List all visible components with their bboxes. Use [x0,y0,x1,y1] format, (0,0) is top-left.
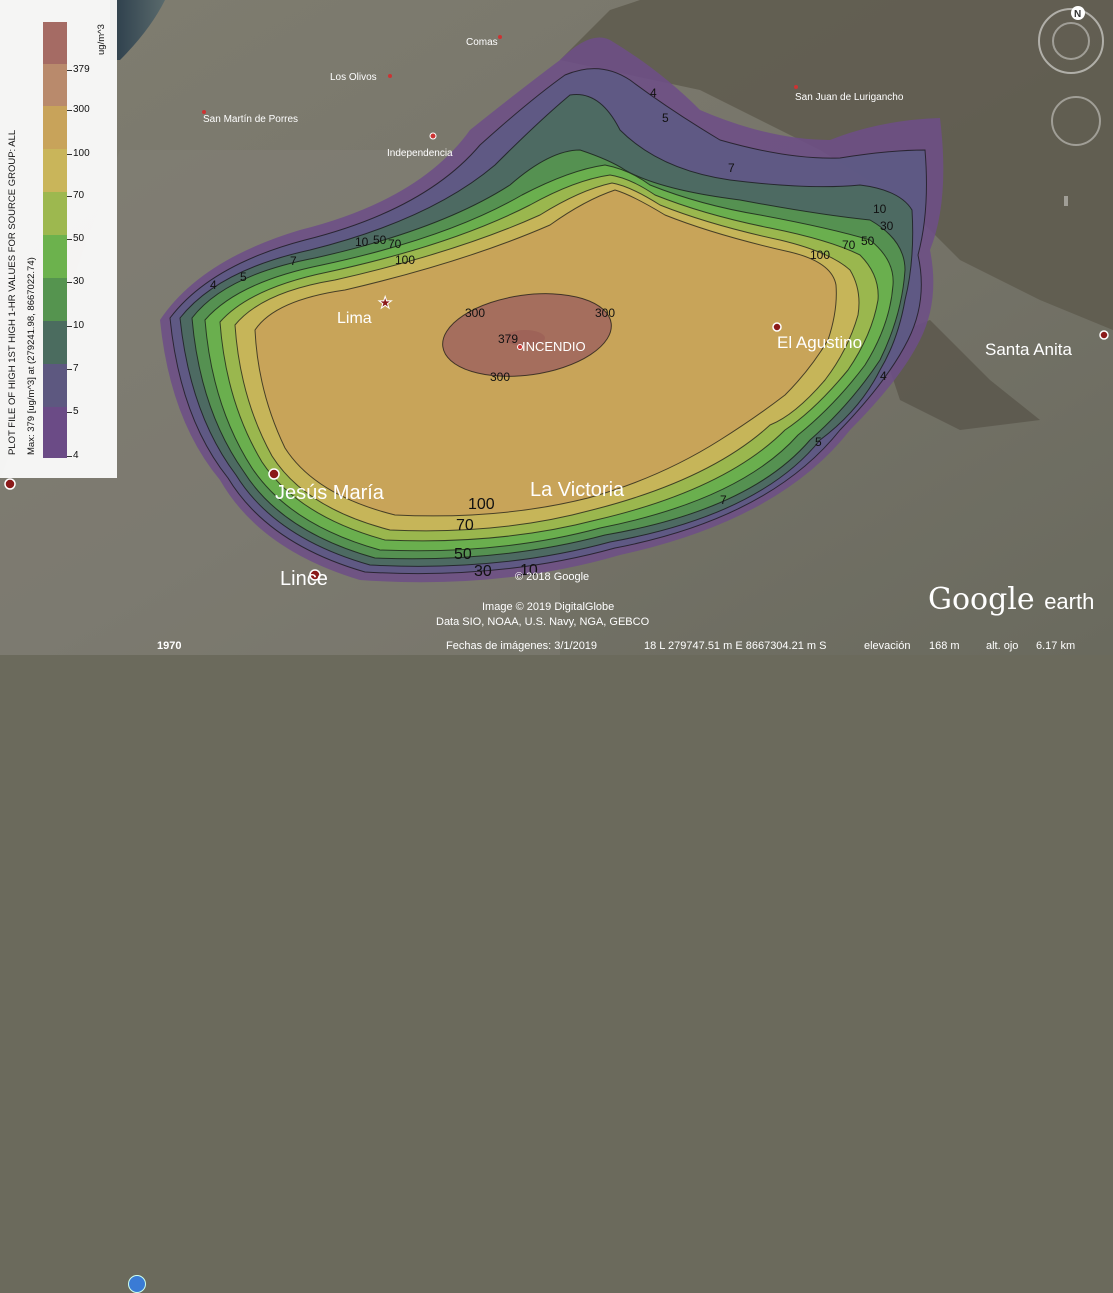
place-marker[interactable] [429,132,437,140]
credit-data-sources: Data SIO, NOAA, U.S. Navy, NGA, GEBCO [436,616,650,628]
legend-swatch [43,64,67,106]
contour-label-50: 50 [373,233,387,247]
eye-altitude-label: alt. ojo [986,640,1019,652]
contour-label-4: 4 [650,86,657,100]
legend-title: PLOT FILE OF HIGH 1ST HIGH 1-HR VALUES F… [7,129,18,455]
contour-label-300: 300 [490,370,510,384]
look-joystick[interactable] [1051,96,1101,146]
capital-star-icon[interactable]: ★ [378,293,393,313]
legend-units: ug/m^3 [96,24,107,55]
legend-tick-label: 70 [66,190,85,201]
compass-inner[interactable] [1052,22,1090,60]
contour-label-7: 7 [728,161,735,175]
status-bar: 1970 Fechas de imágenes: 3/1/2019 18 L 2… [0,637,1113,1293]
elevation-label: elevación [864,640,911,652]
contour-label-7: 7 [720,493,727,507]
credit-digitalglobe: Image © 2019 DigitalGlobe [482,601,615,613]
contour-label-30: 30 [474,563,492,580]
legend-tick-label: 7 [67,363,79,374]
legend-swatch [43,278,67,321]
place-marker[interactable] [4,478,16,490]
place-lima[interactable]: Lima [337,310,372,327]
place-jesus-maria[interactable]: Jesús María [275,482,385,504]
place-marker[interactable] [794,85,798,89]
legend-colorbar [43,22,67,458]
contour-label-5: 5 [240,270,247,284]
place-comas[interactable]: Comas [466,37,498,48]
legend-tick-label: 10 [66,320,85,331]
source-label-incendio[interactable]: INCENDIO [522,339,586,354]
legend-swatch [43,407,67,458]
compass-ring[interactable] [1038,8,1104,74]
contour-label-4: 4 [210,278,217,292]
legend-tick-label: 379 [67,64,90,75]
contour-label-379: 379 [498,332,518,346]
place-marker[interactable] [268,468,280,480]
contour-label-100: 100 [810,248,830,262]
legend-tick-label: 300 [67,104,90,115]
contour-label-5: 5 [815,435,822,449]
historical-imagery-clock-icon[interactable] [128,1275,146,1293]
place-san-juan-de-lurigancho[interactable]: San Juan de Lurigancho [795,92,904,103]
navigation-controls[interactable]: N [1036,6,1106,206]
contour-label-70: 70 [456,517,474,534]
legend-tick-label: 30 [66,276,85,287]
place-lince[interactable]: Lince [280,568,328,590]
credit-google-2018: © 2018 Google [515,571,590,583]
contour-label-100: 100 [395,253,415,267]
contour-label-30: 30 [880,219,894,233]
legend-swatch [43,22,67,64]
contour-label-70: 70 [842,238,856,252]
legend-swatch [43,192,67,235]
place-marker[interactable] [772,322,782,332]
legend-tick-label: 100 [67,148,90,159]
place-independencia[interactable]: Independencia [387,148,453,159]
contour-label-5: 5 [662,111,669,125]
contour-label-7: 7 [290,254,297,268]
contour-label-4: 4 [880,369,887,383]
legend-max-value: Max: 379 [ug/m^3] at (279241.98, 8667022… [26,257,37,455]
place-la-victoria[interactable]: La Victoria [530,479,625,501]
contour-label-10: 10 [355,235,369,249]
contour-label-10: 10 [873,202,887,216]
contour-label-50: 50 [861,234,875,248]
legend-tick-label: 5 [67,406,79,417]
zoom-slider[interactable] [1064,196,1068,206]
imagery-date: Fechas de imágenes: 3/1/2019 [446,640,598,652]
legend-swatch [43,364,67,407]
legend-tick-label: 50 [66,233,85,244]
legend-panel: 379 300 100 70 50 30 10 7 5 4 ug/m^3 PLOT FILE OF… [0,0,117,478]
contour-label-50: 50 [454,546,472,563]
map-view[interactable]: 300 300 300 379 100 100 100 70 70 70 50 … [0,0,1113,655]
legend-swatch [43,235,67,278]
google-earth-logo: Google earth [928,582,1094,617]
legend-swatch [43,149,67,192]
elevation-value: 168 m [929,640,960,652]
place-el-agustino[interactable]: El Agustino [777,333,862,352]
contour-label-300: 300 [595,306,615,320]
eye-altitude-value: 6.17 km [1036,640,1076,652]
place-san-martin-de-porres[interactable]: San Martín de Porres [203,114,298,125]
historical-year[interactable]: 1970 [157,640,181,652]
place-marker[interactable] [498,35,502,39]
legend-swatch [43,321,67,364]
contour-label-100: 100 [468,496,495,513]
place-santa-anita[interactable]: Santa Anita [985,340,1073,359]
place-marker[interactable] [1099,330,1109,340]
compass-north-icon[interactable]: N [1074,9,1081,20]
legend-tick-label: 4 [67,450,79,461]
contour-label-70: 70 [388,237,402,251]
cursor-coordinates: 18 L 279747.51 m E 8667304.21 m S [644,640,827,652]
contour-label-300: 300 [465,306,485,320]
place-los-olivos[interactable]: Los Olivos [330,72,377,83]
logo-google: Google [928,582,1035,617]
logo-earth: earth [1044,589,1095,614]
place-marker[interactable] [388,74,392,78]
legend-swatch [43,106,67,149]
